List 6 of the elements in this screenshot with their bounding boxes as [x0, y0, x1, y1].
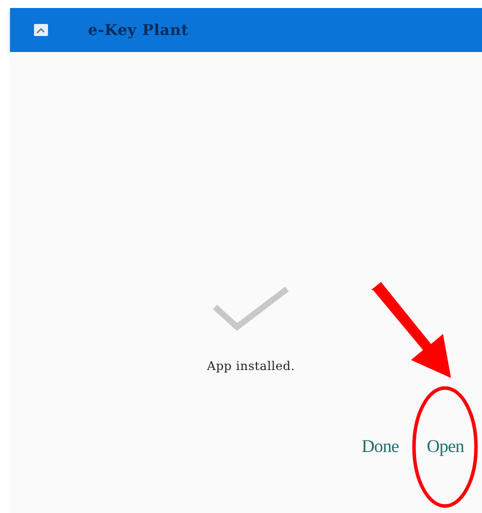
app-icon [34, 24, 48, 36]
status-message: App installed. [206, 358, 296, 375]
checkmark-icon [212, 285, 290, 331]
dialog-button[interactable]: Done [362, 433, 399, 460]
dialog-button[interactable]: Open [426, 433, 464, 460]
app-title: e-Key Plant [88, 20, 189, 41]
